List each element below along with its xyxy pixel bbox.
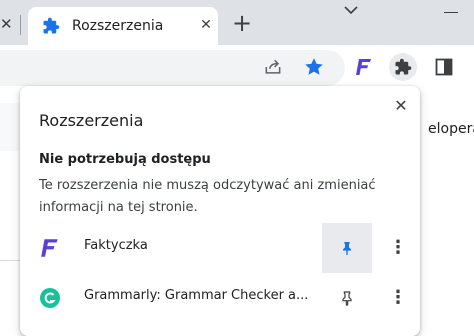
pin-button[interactable] <box>322 273 372 323</box>
page-partial-text: eloperai <box>428 121 474 137</box>
side-panel-icon[interactable] <box>430 53 458 81</box>
bookmark-star-icon[interactable] <box>300 53 328 81</box>
chevron-down-icon[interactable] <box>340 4 362 20</box>
more-options-icon[interactable]: ⋮ <box>386 236 410 260</box>
close-icon[interactable]: ✕ <box>389 94 413 118</box>
section-heading: Nie potrzebują dostępu <box>39 152 211 167</box>
extension-row[interactable]: Faktyczka ⋮ <box>20 223 420 273</box>
close-icon[interactable]: ✕ <box>196 15 216 35</box>
section-description: Te rozszerzenia nie muszą odczytywać ani… <box>39 178 376 215</box>
extension-row[interactable]: Grammarly: Grammar Checker a... ⋮ <box>20 273 420 323</box>
tab-extensions[interactable]: Rozszerzenia ✕ <box>28 7 218 45</box>
extensions-puzzle-icon[interactable] <box>389 53 417 81</box>
grammarly-icon <box>40 288 60 308</box>
pin-icon <box>343 242 351 256</box>
new-tab-button[interactable]: + <box>230 11 254 36</box>
pin-icon <box>342 291 352 306</box>
faktyczka-icon <box>41 239 58 257</box>
page-panel <box>0 103 20 151</box>
tab-strip: ✕ Rozszerzenia ✕ + <box>0 0 474 45</box>
faktyczka-icon[interactable] <box>350 53 378 81</box>
extension-name: Faktyczka <box>84 238 148 253</box>
tab-title: Rozszerzenia <box>72 18 164 34</box>
popup-title: Rozszerzenia <box>39 111 144 130</box>
extension-name: Grammarly: Grammar Checker a... <box>84 288 309 303</box>
tab-divider <box>20 15 21 35</box>
minimize-icon[interactable] <box>444 12 458 13</box>
toolbar <box>0 45 474 91</box>
pin-button[interactable] <box>322 223 372 273</box>
close-icon[interactable]: ✕ <box>0 10 16 38</box>
divider <box>0 260 20 261</box>
puzzle-icon <box>43 17 60 34</box>
address-bar[interactable] <box>0 50 345 86</box>
extensions-popup: Rozszerzenia ✕ Nie potrzebują dostępu Te… <box>20 86 420 336</box>
share-icon[interactable] <box>259 53 287 81</box>
more-options-icon[interactable]: ⋮ <box>386 286 410 310</box>
